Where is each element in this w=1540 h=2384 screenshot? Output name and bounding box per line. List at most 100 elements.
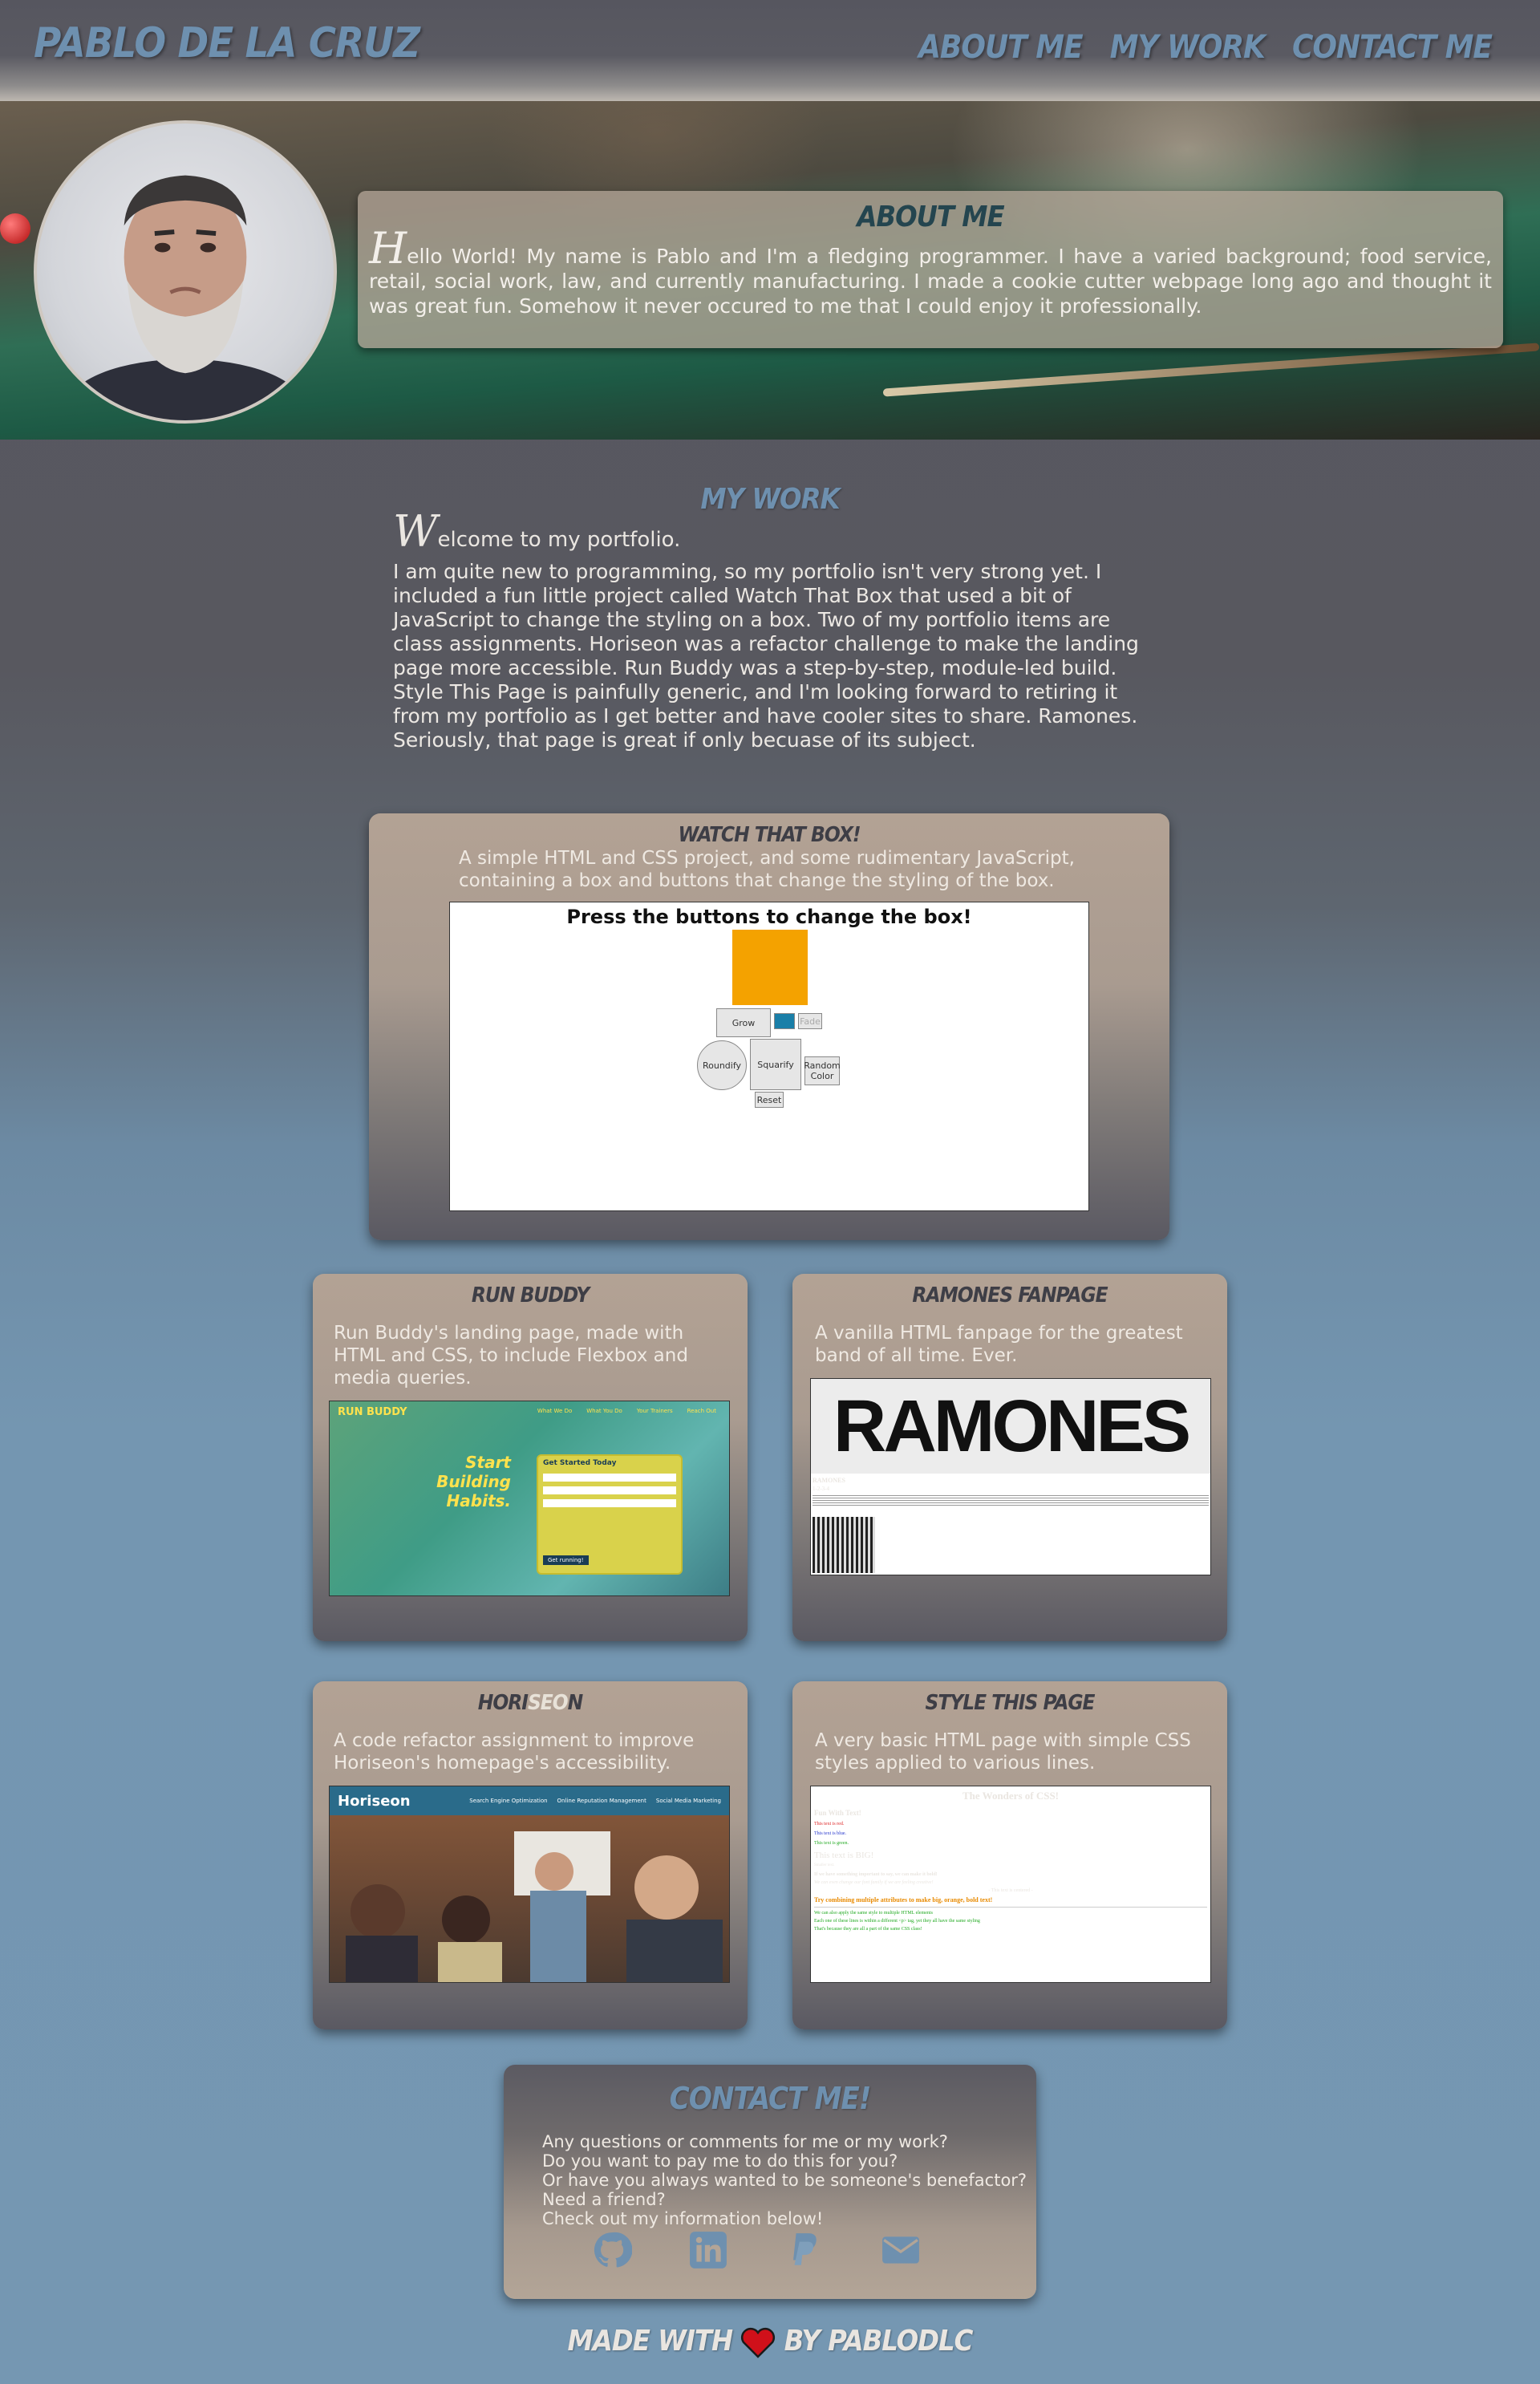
blue-button: Blue [774,1013,795,1029]
style-bold: If we have something important to say, w… [814,1872,938,1877]
style-group-3: That's because they are all a part of th… [814,1927,922,1932]
nav-about[interactable]: ABOUT ME [918,29,1084,66]
fade-button: Fade [798,1013,822,1029]
squarify-button: Squarify [750,1039,801,1090]
linkedin-icon[interactable] [688,2230,728,2270]
style-blue: This text is blue. [814,1831,846,1836]
about-me-section: ABOUT ME Hello World! My name is Pablo a… [358,191,1503,348]
runbuddy-nav: What We Do What You Do Your Trainers Rea… [537,1408,716,1414]
billiard-ball-image [0,213,30,244]
project-card-horiseon[interactable]: HORISEON A code refactor assignment to i… [313,1681,748,2029]
project-title[interactable]: RAMONES FANPAGE [792,1283,1227,1308]
style-big: This text is BIG! [814,1851,874,1860]
horiseon-nav-item: Social Media Marketing [655,1798,721,1804]
nav-work[interactable]: MY WORK [1110,29,1266,66]
reset-button: Reset [755,1092,784,1108]
runbuddy-logo: RUN BUDDY [338,1406,407,1418]
runbuddy-form-field [543,1486,676,1494]
ramones-paragraph [813,1495,1209,1506]
work-title: MY WORK [700,483,840,516]
welcome-text: elcome to my portfolio. [437,528,681,552]
work-body: I am quite new to programming, so my por… [393,560,1139,752]
team-photo [346,1831,723,1982]
horiseon-nav-item: Online Reputation Management [557,1798,646,1804]
about-dropcap: H [369,223,407,274]
contact-text: Any questions or comments for me or my w… [542,2132,1027,2228]
project-desc: A simple HTML and CSS project, and some … [459,848,1075,891]
style-green: This text is green. [814,1841,849,1846]
horiseon-header: Horiseon Search Engine Optimization Onli… [330,1786,729,1815]
screen-heading: Press the buttons to change the box! [566,906,972,928]
runbuddy-form-title: Get Started Today [543,1459,617,1467]
style-red: This text is red. [814,1822,845,1827]
project-desc: A code refactor assignment to improve Ho… [334,1730,695,1774]
nav-contact[interactable]: CONTACT ME [1292,29,1493,66]
style-group-1: We can also apply the same style to mult… [814,1911,933,1916]
contact-line: Or have you always wanted to be someone'… [542,2171,1027,2190]
style-orange: Try combining multiple attributes to mak… [814,1896,993,1904]
contact-icons [592,2230,921,2270]
style-group-2: Each one of these lines is within a diff… [814,1919,980,1924]
site-title[interactable]: PABLO DE LA CRUZ [34,19,420,67]
ramones-banner: RAMONES [811,1379,1210,1474]
project-card-ramones[interactable]: RAMONES FANPAGE A vanilla HTML fanpage f… [792,1274,1227,1641]
horiseon-nav: Search Engine Optimization Online Reputa… [469,1798,721,1804]
about-text: Hello World! My name is Pablo and I'm a … [369,227,1492,318]
contact-line: Any questions or comments for me or my w… [542,2132,948,2151]
title-part: N [567,1691,584,1715]
project-screenshot[interactable]: Horiseon Search Engine Optimization Onli… [329,1786,730,1983]
welcome-line: Welcome to my portfolio. [393,510,1139,553]
contact-line: Need a friend? [542,2190,666,2209]
runbuddy-headline: Start Building Habits. [436,1453,511,1510]
project-desc: A very basic HTML page with simple CSS s… [815,1730,1191,1774]
ramones-photo [813,1517,875,1573]
style-small: Smaller text. [814,1863,835,1867]
footer-made-with: MADE WITH [567,2325,734,2358]
site-footer: MADE WITH BY PABLODLC [0,2325,1540,2358]
contact-line: Check out my information below! [542,2209,824,2228]
runbuddy-submit: Get running! [543,1555,589,1565]
style-fun: Fun With Text! [814,1809,861,1817]
work-intro: Welcome to my portfolio. I am quite new … [393,510,1139,752]
project-desc: Run Buddy's landing page, made with HTML… [334,1323,688,1389]
contact-line: Do you want to pay me to do this for you… [542,2151,898,2171]
random-color-button: Random Color [804,1056,841,1085]
project-screenshot[interactable]: RUN BUDDY What We Do What You Do Your Tr… [329,1401,730,1596]
roundify-button: Roundify [697,1040,747,1090]
project-card-run-buddy[interactable]: RUN BUDDY Run Buddy's landing page, made… [313,1274,748,1641]
paypal-icon[interactable] [784,2230,825,2270]
site-header: PABLO DE LA CRUZ ABOUT ME MY WORK CONTAC… [0,0,1540,101]
title-part: SEO [527,1691,569,1715]
footer-by[interactable]: BY PABLODLC [784,2325,974,2358]
style-heading: The Wonders of CSS! [962,1790,1060,1802]
project-screenshot[interactable]: RAMONES RAMONES 1-2-3-4 [810,1378,1211,1575]
project-card-watch-that-box[interactable]: WATCH THAT BOX! A simple HTML and CSS pr… [369,813,1169,1240]
title-part: HORI [477,1691,529,1715]
heart-icon [740,2326,776,2358]
project-title[interactable]: WATCH THAT BOX! [369,823,1169,847]
runbuddy-nav-item: What We Do [537,1408,573,1414]
project-screenshot[interactable]: Press the buttons to change the box! Gro… [449,902,1089,1211]
project-title[interactable]: RUN BUDDY [313,1283,748,1308]
project-card-style-this-page[interactable]: STYLE THIS PAGE A very basic HTML page w… [792,1681,1227,2029]
project-title[interactable]: STYLE THIS PAGE [792,1691,1227,1715]
contact-section: CONTACT ME! Any questions or comments fo… [504,2065,1036,2299]
ramones-subheading: 1-2-3-4 [813,1486,829,1492]
watch-box [732,930,808,1005]
runbuddy-form-field [543,1474,676,1482]
style-centered: - This text is centered - [988,1888,1033,1893]
project-desc: A vanilla HTML fanpage for the greatest … [815,1323,1183,1366]
runbuddy-nav-item: Reach Out [687,1408,716,1414]
contact-title: CONTACT ME! [669,2081,872,2116]
about-body: ello World! My name is Pablo and I'm a f… [369,245,1492,318]
project-screenshot[interactable]: The Wonders of CSS! Fun With Text! This … [810,1786,1211,1983]
horiseon-logo: Horiseon [338,1792,411,1810]
email-icon[interactable] [881,2230,921,2270]
work-dropcap: W [393,506,438,557]
project-title[interactable]: HORISEON [313,1691,748,1715]
profile-avatar [34,120,337,424]
github-icon[interactable] [592,2230,633,2270]
pool-cue-image [882,343,1540,397]
runbuddy-form: Get Started Today Get running! [537,1454,683,1575]
horiseon-nav-item: Search Engine Optimization [469,1798,548,1804]
